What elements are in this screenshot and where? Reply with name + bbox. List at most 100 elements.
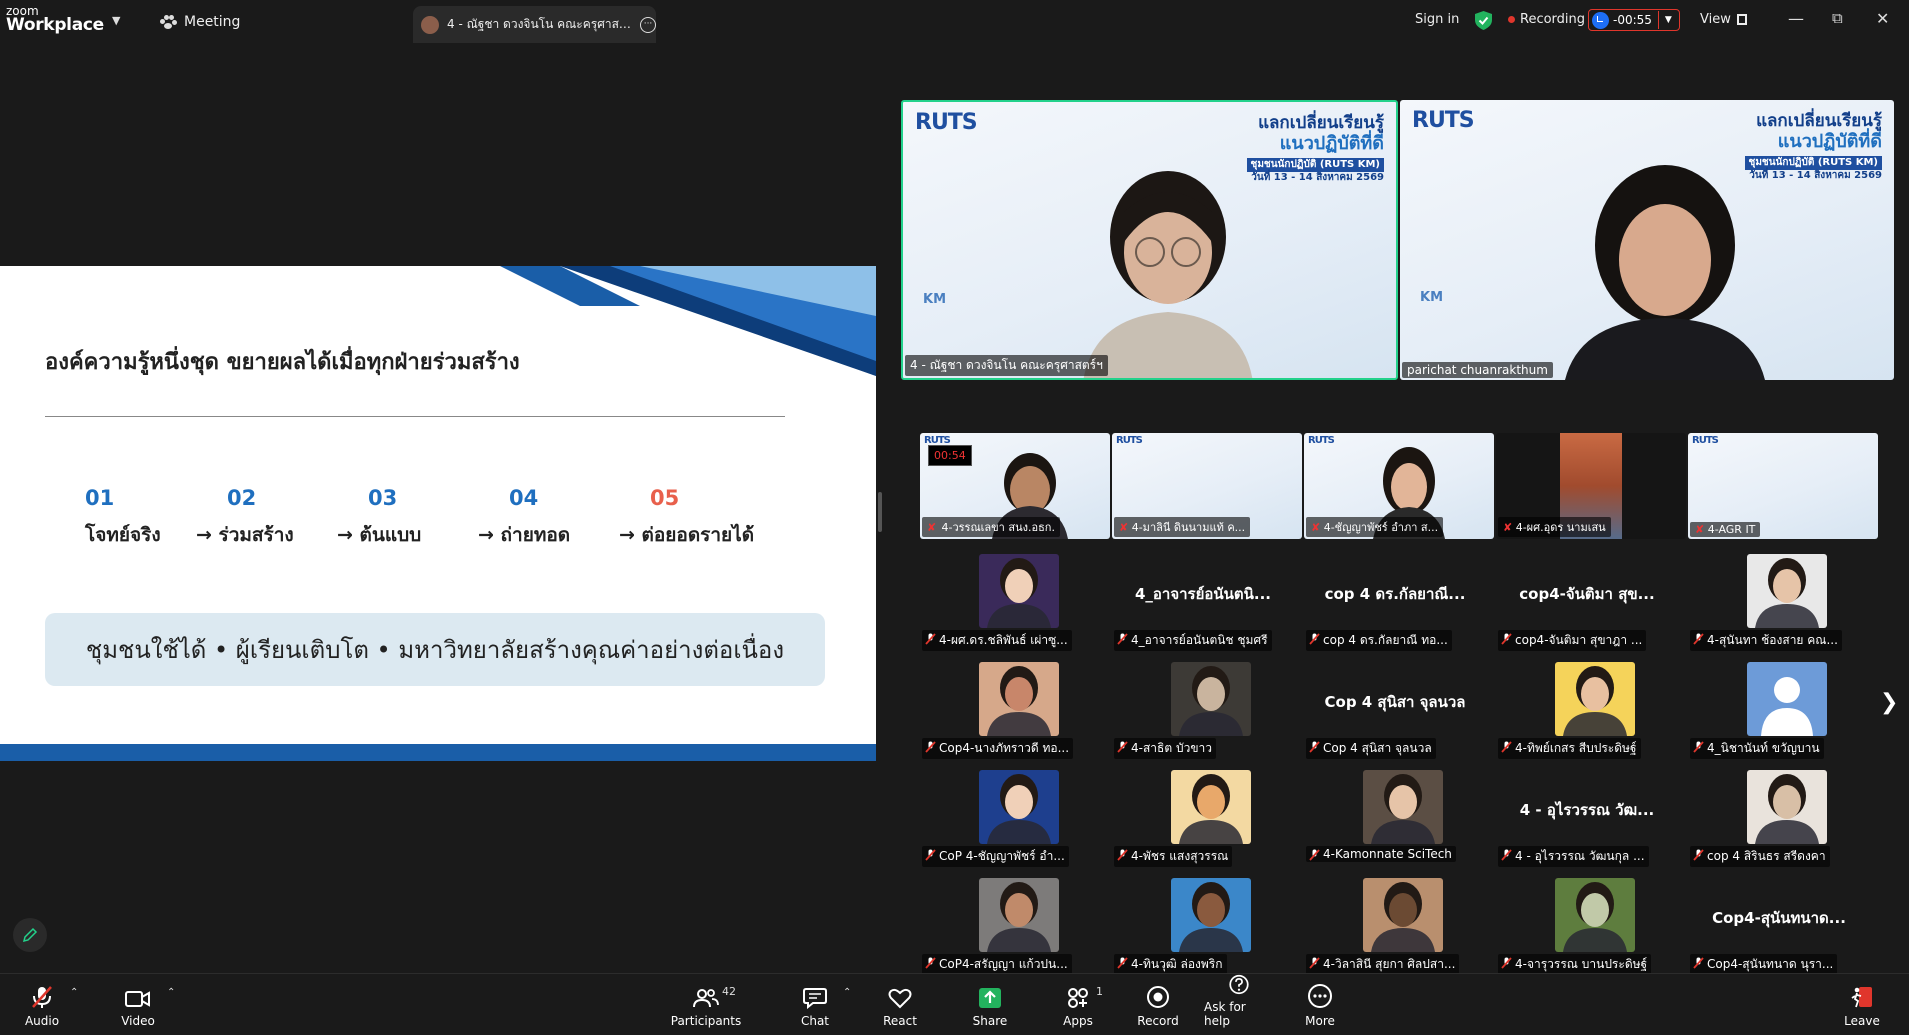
participant-name-text: 4_อาจารย์อนันตนิช ชุมศรี — [1131, 633, 1268, 647]
participant-thumbnail[interactable]: RUTS ✘ 4-AGR IT — [1688, 433, 1878, 539]
recording-indicator[interactable]: Recording — [1508, 12, 1585, 27]
participant-tile[interactable]: Cop 4 สุนิสา จุลนวล Cop 4 สุนิสา จุลนวล — [1306, 662, 1484, 759]
chat-button[interactable]: Chat — [795, 974, 835, 1034]
audio-button[interactable]: Audio — [22, 974, 62, 1034]
more-button[interactable]: More — [1300, 974, 1340, 1034]
participant-tile[interactable]: cop 4 ดร.กัลยาณี... cop 4 ดร.กัลยาณี ทอ..… — [1306, 554, 1484, 651]
ask-for-help-button[interactable]: Ask for help — [1204, 974, 1274, 1034]
participant-name: 4_อาจารย์อนันตนิช ชุมศรี — [1114, 630, 1272, 651]
recording-label: Recording — [1520, 12, 1586, 27]
step-label: → ถ่ายทอด — [478, 524, 571, 546]
participant-tile[interactable]: Cop4-นางภัทราวดี ทอ... — [922, 662, 1100, 759]
participant-tile[interactable]: 4-วิลาสินี สุยกา ศิลปสา... — [1306, 878, 1484, 975]
participant-tile[interactable]: 4-Kamonnate SciTech — [1306, 770, 1484, 866]
react-button[interactable]: React — [880, 974, 920, 1034]
participant-name: 4-สุนันทา ช้องสาย คณ... — [1690, 630, 1842, 651]
participants-button[interactable]: Participants — [671, 974, 741, 1034]
process-step: 03 → ต้นแบบ — [337, 486, 421, 550]
mic-off-icon — [1693, 741, 1704, 753]
mic-off-icon — [925, 957, 936, 969]
video-button[interactable]: Video — [118, 974, 158, 1034]
participant-name-text: 4_นิชานันท์ ขวัญบาน — [1707, 741, 1820, 755]
participant-tile[interactable]: CoP4-สรัญญา แก้วปน... — [922, 878, 1100, 975]
participant-name: 4-สาธิต บัวขาว — [1114, 738, 1216, 759]
participant-tile[interactable]: 4_อาจารย์อนันตนิ... 4_อาจารย์อนันตนิช ชุม… — [1114, 554, 1292, 651]
participant-tile[interactable]: 4-สุนันทา ช้องสาย คณ... — [1690, 554, 1868, 651]
participants-label: Participants — [670, 1014, 742, 1028]
participant-display-name: cop 4 ดร.กัลยาณี... — [1324, 585, 1466, 603]
participant-tile[interactable]: CoP 4-ชัญญาพัชร์ อำ... — [922, 770, 1100, 867]
help-icon — [1229, 974, 1249, 995]
splitter-handle[interactable] — [878, 492, 882, 532]
participant-tile[interactable]: 4-สาธิต บัวขาว — [1114, 662, 1292, 759]
participant-thumbnail[interactable]: RUTS ✘ 4-ชัญญาพัชร์ อำภา ส... — [1304, 433, 1494, 539]
share-screen-icon — [979, 988, 1001, 1008]
apps-label: Apps — [1063, 1014, 1093, 1028]
annotate-button[interactable] — [13, 918, 47, 952]
mic-off-icon — [1117, 849, 1128, 861]
mic-off-icon — [1309, 633, 1320, 645]
participant-thumbnail[interactable]: ✘ 4-ผศ.อุดร นามเสน — [1496, 433, 1686, 539]
participant-person — [1083, 171, 1253, 378]
participant-photo — [979, 554, 1059, 628]
participants-count: 42 — [722, 985, 736, 998]
close-icon[interactable]: ✕ — [1876, 9, 1889, 28]
process-step: 04 → ถ่ายทอด — [478, 486, 570, 550]
participant-display-name: Cop 4 สุนิสา จุลนวล — [1324, 693, 1466, 711]
chevron-up-icon[interactable]: ⌃ — [70, 987, 78, 998]
meeting-timer[interactable]: -00:55 ▼ — [1588, 9, 1680, 31]
participant-tile[interactable]: 4-จารุวรรณ บานประดิษฐ์ — [1498, 878, 1676, 975]
participant-tile[interactable]: 4-ทินวุฒิ ล่องพริก — [1114, 878, 1292, 975]
participant-name-text: 4-ทิพย์เกสร สีบประดิษฐ์ — [1515, 741, 1637, 755]
pencil-icon — [22, 927, 38, 943]
participant-name-text: 4-ทินวุฒิ ล่องพริก — [1131, 957, 1223, 971]
tab-meeting[interactable]: Meeting — [160, 14, 240, 30]
participant-tile[interactable]: Cop4-สุนันทนาด... Cop4-สุนันทนาด นุรา... — [1690, 878, 1868, 975]
record-dot-icon — [1508, 16, 1515, 23]
chevron-down-icon[interactable]: ▼ — [112, 14, 120, 27]
participant-thumbnail[interactable]: RUTS 00:54 ✘ 4-วรรณเลขา สนง.อธก. — [920, 433, 1110, 539]
minimize-icon[interactable]: — — [1788, 9, 1804, 28]
participant-tile[interactable]: cop 4 สิรินธร สรีดงคา — [1690, 770, 1868, 867]
shared-screen: องค์ความรู้หนึ่งชุด ขยายผลได้เมื่อทุกฝ่า… — [0, 266, 876, 761]
ruts-logo: RUTS — [915, 110, 978, 135]
share-button[interactable]: Share — [970, 974, 1010, 1034]
chevron-up-icon[interactable]: ⌃ — [167, 987, 175, 998]
participant-name: CoP4-สรัญญา แก้วปน... — [922, 954, 1072, 975]
restore-icon[interactable]: ⧉ — [1832, 9, 1843, 27]
logo-bottom-text: Workplace — [6, 15, 104, 35]
apps-button[interactable]: Apps — [1058, 974, 1098, 1034]
shield-check-icon[interactable] — [1475, 11, 1492, 30]
participant-photo — [1171, 878, 1251, 952]
leave-label: Leave — [1844, 1014, 1880, 1028]
ruts-logo: RUTS — [1412, 108, 1475, 133]
chat-label: Chat — [800, 1014, 830, 1028]
record-button[interactable]: Record — [1137, 974, 1179, 1034]
speaker-video[interactable]: RUTS แลกเปลี่ยนเรียนรู้ แนวปฏิบัติที่ดี … — [1400, 100, 1894, 380]
audio-label: Audio — [24, 1014, 60, 1028]
participant-tile[interactable]: 4_นิชานันท์ ขวัญบาน — [1690, 662, 1868, 759]
speaker-video-active[interactable]: RUTS แลกเปลี่ยนเรียนรู้ แนวปฏิบัติที่ดี … — [901, 100, 1398, 380]
participant-thumbnail[interactable]: RUTS ✘ 4-มาลินี ดินนามแท้ ค... — [1112, 433, 1302, 539]
more-options-icon[interactable]: ··· — [640, 16, 656, 33]
leave-button[interactable]: Leave — [1842, 974, 1882, 1034]
participant-tile[interactable]: cop4-จันติมา สุข... cop4-จันติมา สุขาฎา .… — [1498, 554, 1676, 651]
participant-tile[interactable]: 4-ผศ.ดร.ชลิพันธ์ เผ่าซู... — [922, 554, 1100, 651]
chevron-up-icon[interactable]: ⌃ — [843, 987, 851, 998]
tab-screen-share[interactable]: 4 - ณัฐชา ดวงจินโน คณะครุศาสตร์ฯ's sc ··… — [413, 6, 656, 43]
chevron-down-icon[interactable]: ▼ — [1665, 15, 1672, 25]
title-bar: zoom Workplace ▼ Meeting 4 - ณัฐชา ดวงจิ… — [0, 0, 1909, 43]
timer-value: -00:55 — [1613, 13, 1652, 27]
participant-tile[interactable]: 4-พัชร แสงสุวรรณ — [1114, 770, 1292, 867]
heart-icon — [888, 988, 912, 1009]
participant-display-name: 4 - อุไรวรรณ วัฒ... — [1519, 801, 1655, 819]
participant-person — [987, 558, 1051, 628]
participant-tile[interactable]: 4-ทิพย์เกสร สีบประดิษฐ์ — [1498, 662, 1676, 759]
view-button[interactable]: View — [1700, 12, 1747, 27]
participant-tile[interactable]: 4 - อุไรวรรณ วัฒ... 4 - อุไรวรรณ วัฒนกุล … — [1498, 770, 1676, 867]
chevron-right-icon[interactable]: ❯ — [1880, 690, 1898, 715]
video-camera-icon — [125, 991, 150, 1007]
participant-name: parichat chuanrakthum — [1402, 362, 1553, 378]
ruts-logo: RUTS — [1308, 435, 1335, 446]
sign-in-link[interactable]: Sign in — [1415, 12, 1459, 27]
